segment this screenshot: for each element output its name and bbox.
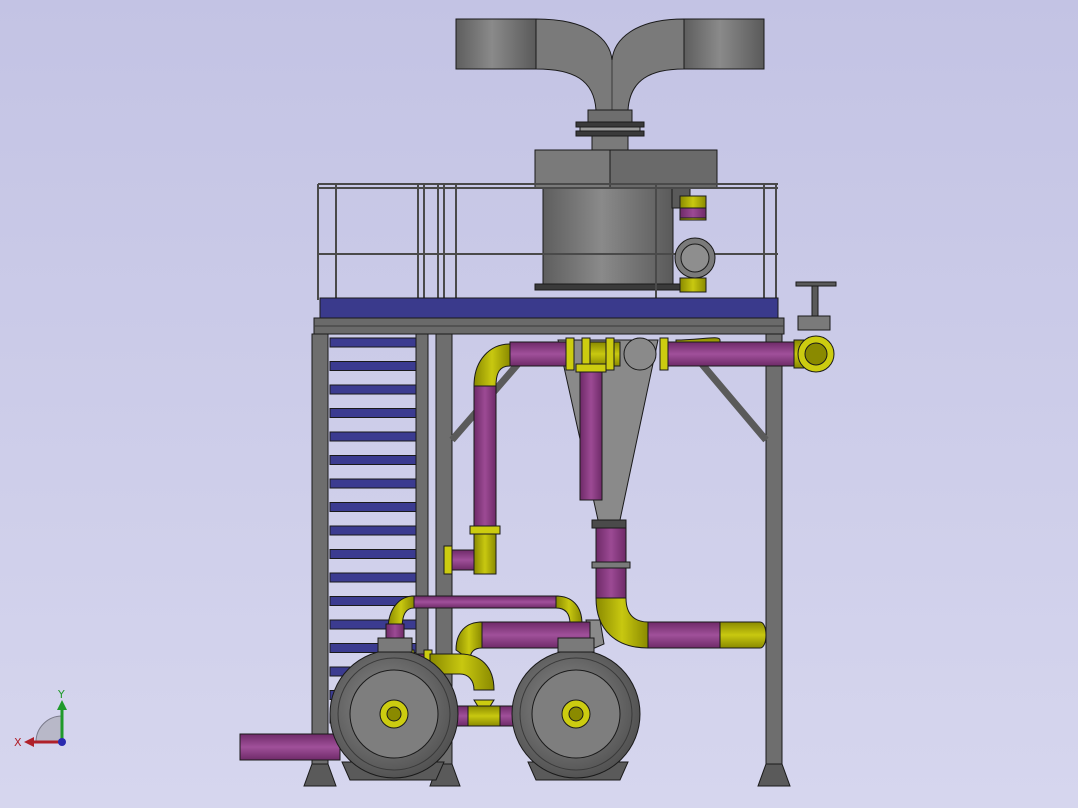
triad-x-label: X	[14, 736, 22, 749]
graphics-viewport[interactable]: Y X	[0, 0, 1078, 808]
stair-tread	[329, 431, 417, 442]
model-view[interactable]: Y X	[0, 0, 1078, 808]
stair-tread	[329, 455, 417, 465]
platform-deck[interactable]	[313, 297, 785, 335]
stair-tread	[329, 525, 417, 536]
triad-z-axis	[58, 738, 66, 746]
stair-tread	[329, 384, 417, 395]
stair-tread	[329, 572, 417, 583]
stair-tread	[329, 502, 417, 512]
feed-pipe-left[interactable]	[239, 733, 341, 761]
stair-tread	[329, 361, 417, 371]
triad-y-label: Y	[57, 688, 65, 701]
stair-tread	[329, 478, 417, 489]
stair-tread	[329, 408, 417, 418]
stair-tread	[329, 337, 417, 348]
stair-tread	[329, 549, 417, 559]
